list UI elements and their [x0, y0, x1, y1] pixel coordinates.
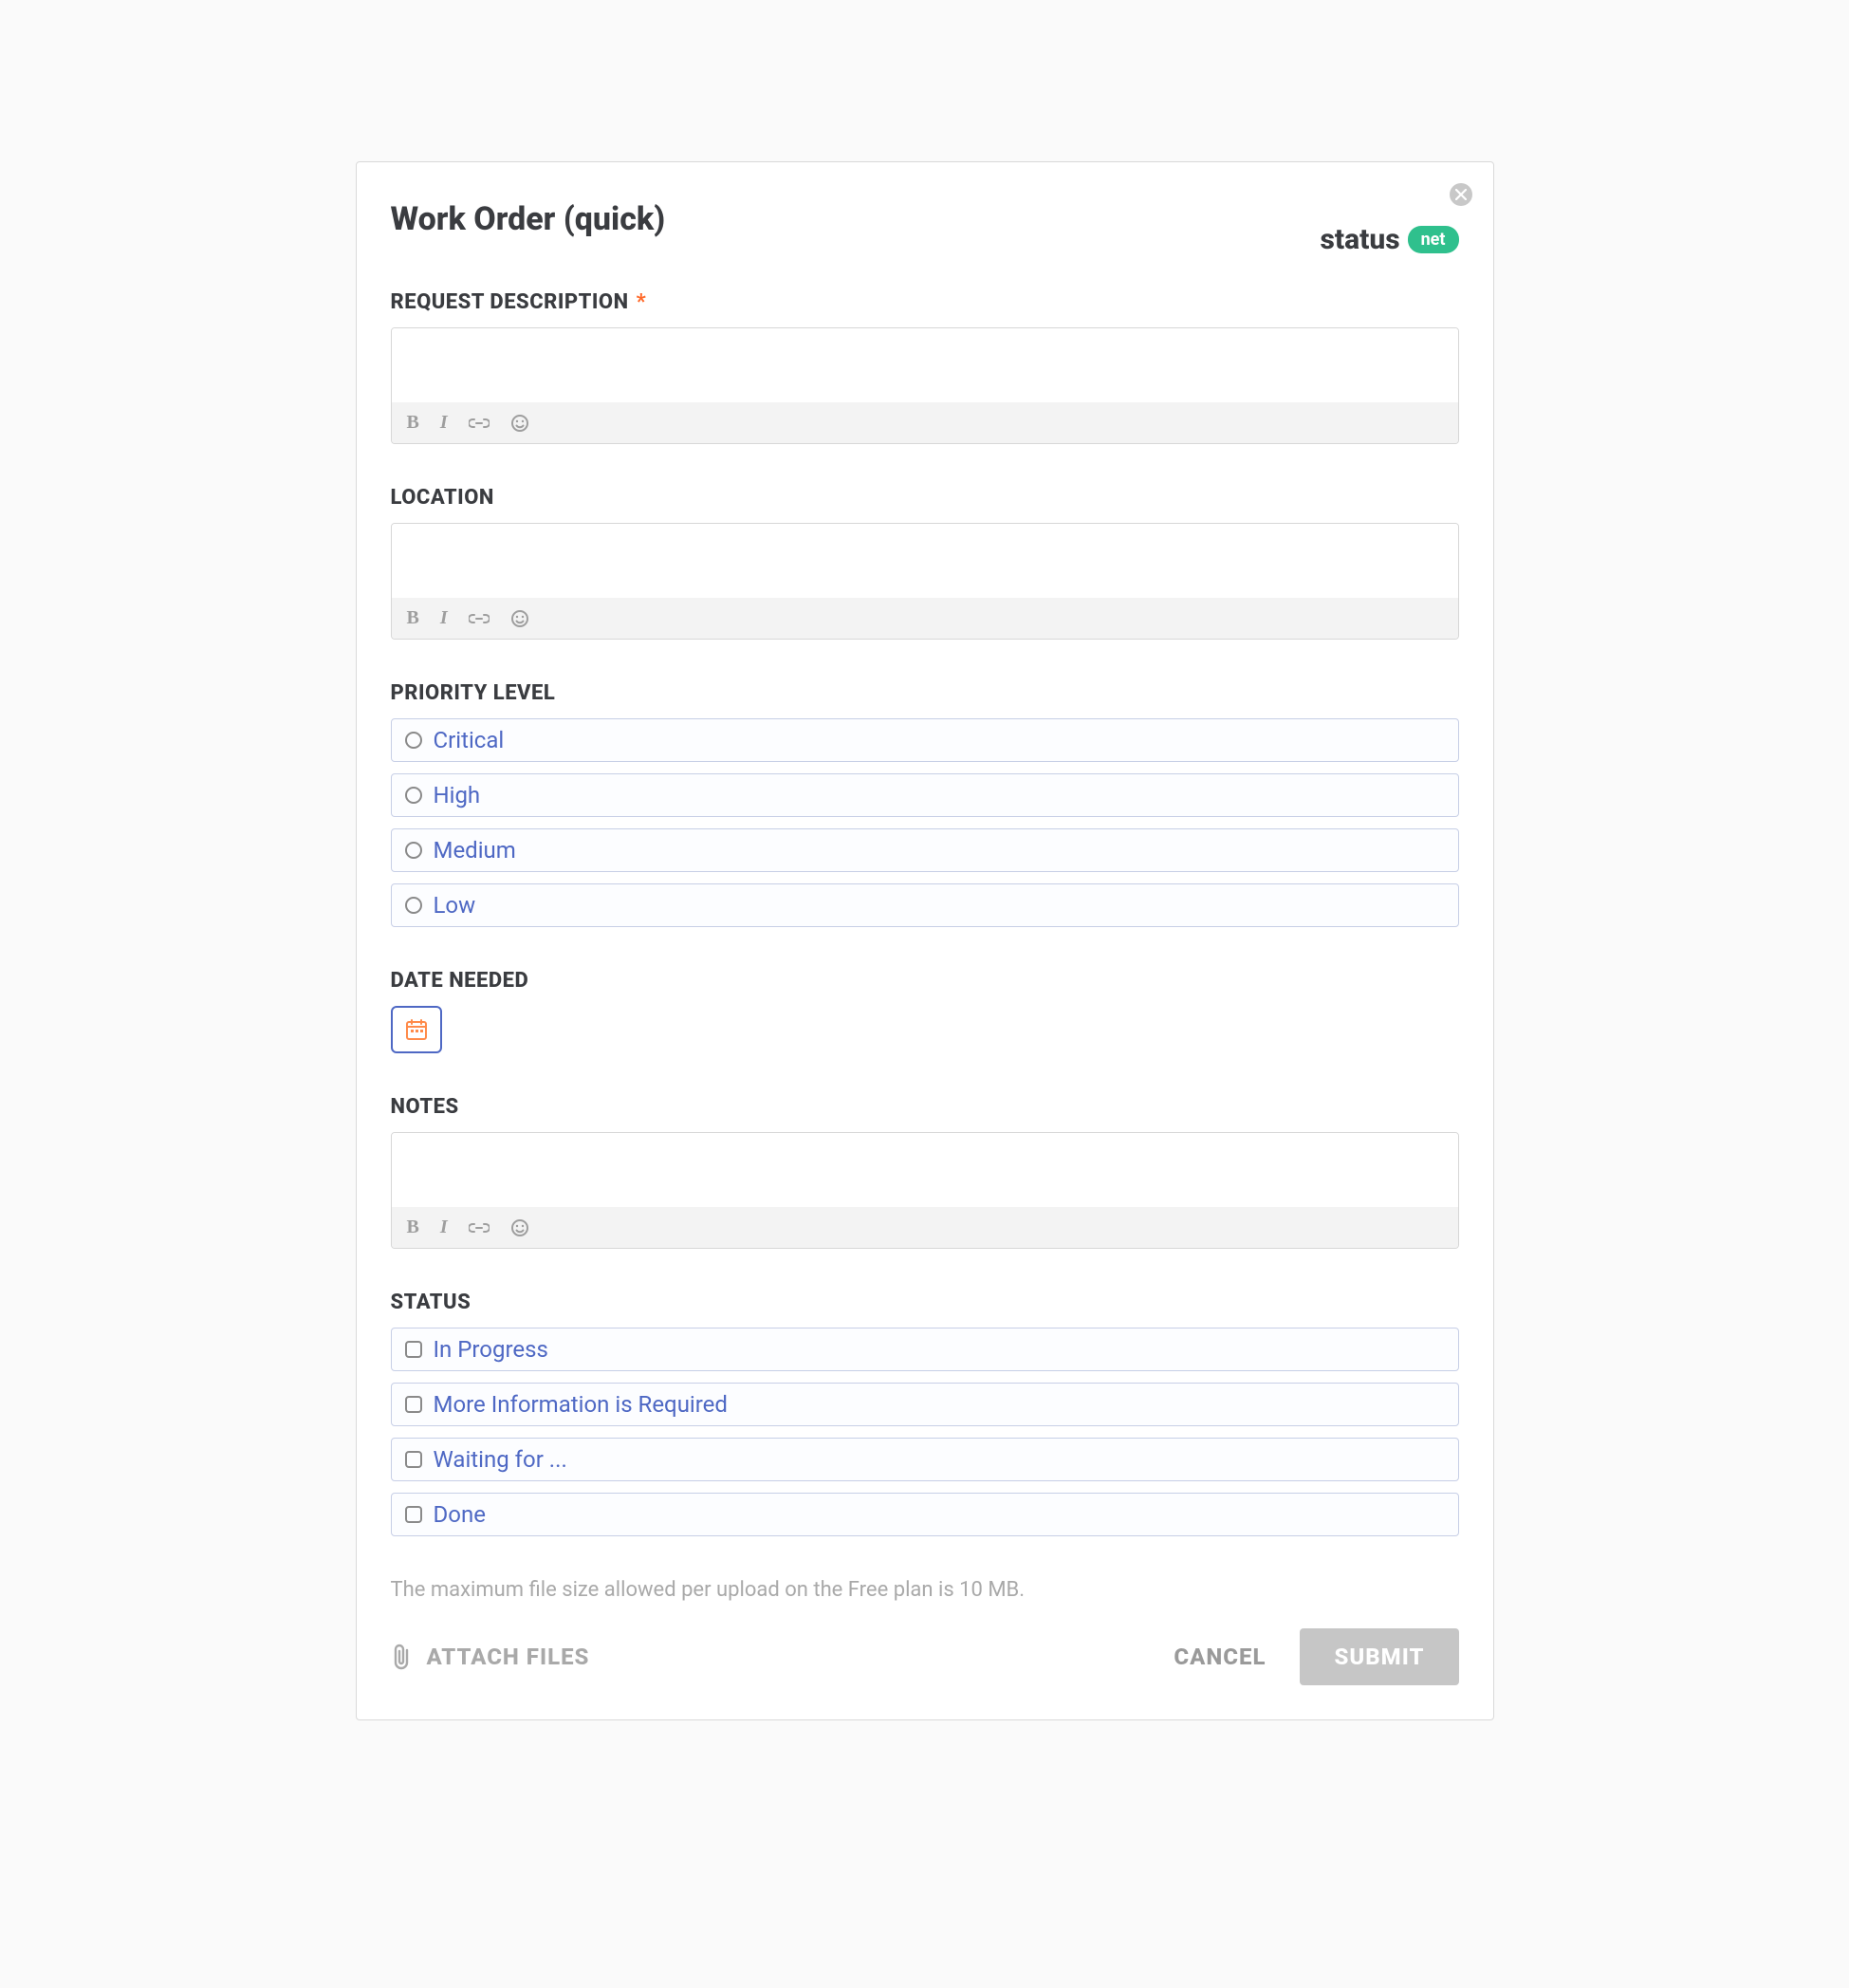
italic-icon[interactable]: I [440, 607, 448, 629]
italic-icon[interactable]: I [440, 412, 448, 434]
checkbox-icon [405, 1506, 422, 1523]
radio-icon [405, 787, 422, 804]
link-icon[interactable] [469, 612, 490, 625]
field-request-description: REQUEST DESCRIPTION * B I [391, 290, 1459, 444]
link-icon[interactable] [469, 417, 490, 430]
form-actions: CANCEL SUBMIT [1174, 1628, 1458, 1685]
checkbox-icon [405, 1451, 422, 1468]
emoji-icon[interactable] [510, 1218, 529, 1237]
field-date-needed: DATE NEEDED [391, 969, 1459, 1053]
cancel-button[interactable]: CANCEL [1174, 1644, 1266, 1670]
request-description-input[interactable] [392, 328, 1458, 402]
rte-notes: B I [391, 1132, 1459, 1249]
paperclip-icon [391, 1643, 412, 1671]
radio-icon [405, 842, 422, 859]
notes-input[interactable] [392, 1133, 1458, 1207]
close-button[interactable] [1450, 183, 1472, 206]
label-notes: NOTES [391, 1095, 1459, 1119]
priority-option-low[interactable]: Low [391, 883, 1459, 927]
date-picker-button[interactable] [391, 1006, 442, 1053]
option-label: Medium [434, 837, 516, 864]
attach-label: ATTACH FILES [427, 1644, 590, 1670]
label-status: STATUS [391, 1291, 1459, 1314]
status-option-done[interactable]: Done [391, 1493, 1459, 1536]
calendar-icon [404, 1017, 429, 1042]
required-star-icon: * [637, 290, 647, 314]
rte-toolbar: B I [392, 1207, 1458, 1248]
emoji-icon[interactable] [510, 609, 529, 628]
label-text: REQUEST DESCRIPTION [391, 290, 629, 314]
radio-icon [405, 732, 422, 749]
priority-option-medium[interactable]: Medium [391, 828, 1459, 872]
form-footer: ATTACH FILES CANCEL SUBMIT [391, 1628, 1459, 1685]
field-status: STATUS In Progress More Information is R… [391, 1291, 1459, 1536]
form-header: Work Order (quick) status net [391, 200, 1459, 256]
link-icon[interactable] [469, 1221, 490, 1235]
rte-toolbar: B I [392, 598, 1458, 639]
brand-badge: net [1408, 226, 1459, 253]
option-label: High [434, 782, 481, 808]
option-label: Done [434, 1501, 486, 1528]
label-location: LOCATION [391, 486, 1459, 510]
field-location: LOCATION B I [391, 486, 1459, 640]
label-priority: PRIORITY LEVEL [391, 681, 1459, 705]
status-option-waiting[interactable]: Waiting for ... [391, 1438, 1459, 1481]
field-priority: PRIORITY LEVEL Critical High Medium Low [391, 681, 1459, 927]
bold-icon[interactable]: B [407, 607, 419, 629]
italic-icon[interactable]: I [440, 1217, 448, 1238]
option-label: Low [434, 892, 476, 919]
priority-option-critical[interactable]: Critical [391, 718, 1459, 762]
field-notes: NOTES B I [391, 1095, 1459, 1249]
option-label: In Progress [434, 1336, 548, 1363]
form-title: Work Order (quick) [391, 200, 666, 238]
file-size-hint: The maximum file size allowed per upload… [391, 1578, 1459, 1602]
rte-location: B I [391, 523, 1459, 640]
location-input[interactable] [392, 524, 1458, 598]
rte-request-description: B I [391, 327, 1459, 444]
attach-files-button[interactable]: ATTACH FILES [391, 1643, 590, 1671]
option-label: More Information is Required [434, 1391, 728, 1418]
option-label: Waiting for ... [434, 1446, 567, 1473]
status-option-more-info[interactable]: More Information is Required [391, 1383, 1459, 1426]
checkbox-icon [405, 1396, 422, 1413]
option-label: Critical [434, 727, 505, 753]
emoji-icon[interactable] [510, 414, 529, 433]
label-request-description: REQUEST DESCRIPTION * [391, 290, 1459, 314]
bold-icon[interactable]: B [407, 412, 419, 434]
work-order-form: Work Order (quick) status net REQUEST DE… [356, 161, 1494, 1720]
brand-logo: status net [1320, 223, 1458, 256]
checkbox-icon [405, 1341, 422, 1358]
status-option-in-progress[interactable]: In Progress [391, 1328, 1459, 1371]
submit-button[interactable]: SUBMIT [1300, 1628, 1458, 1685]
priority-option-high[interactable]: High [391, 773, 1459, 817]
brand-text: status [1320, 223, 1399, 256]
rte-toolbar: B I [392, 402, 1458, 443]
bold-icon[interactable]: B [407, 1217, 419, 1238]
radio-icon [405, 897, 422, 914]
label-date-needed: DATE NEEDED [391, 969, 1459, 993]
